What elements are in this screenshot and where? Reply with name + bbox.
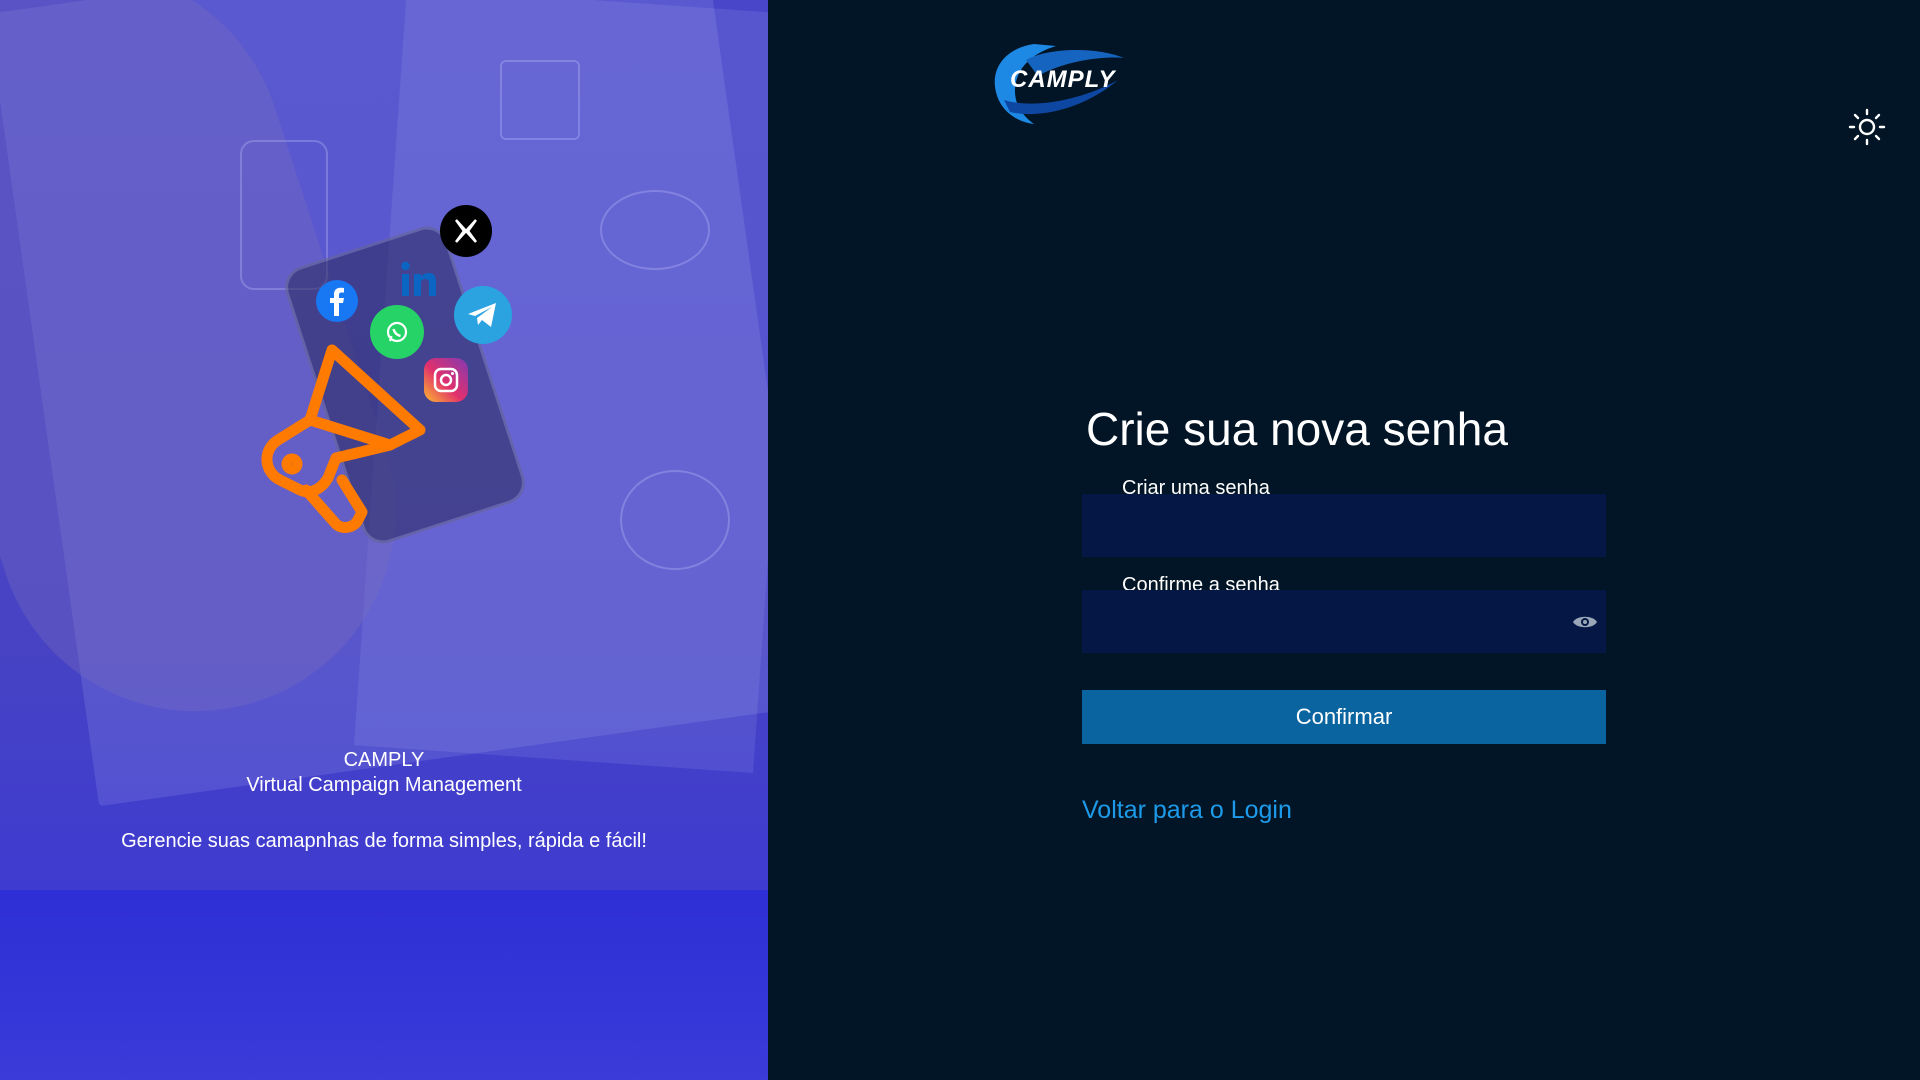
back-to-login-link[interactable]: Voltar para o Login [1082,796,1292,825]
sun-icon[interactable] [1847,107,1887,147]
hero-tagline: Gerencie suas camapnhas de forma simples… [121,830,647,852]
password-input[interactable] [1082,494,1606,557]
page-title: Crie sua nova senha [1086,403,1508,455]
confirm-button[interactable]: Confirmar [1082,690,1606,744]
sketch-box [500,60,580,140]
hero-brand-subtitle: Virtual Campaign Management [246,774,522,796]
linkedin-icon [392,254,444,306]
facebook-icon [316,280,358,322]
sketch-circle [600,190,710,270]
hero-brand-name: CAMPLY [343,749,425,771]
sketch-circle-2 [620,470,730,570]
logo-text: CAMPLY [1010,66,1116,93]
telegram-icon [454,286,512,344]
background-table [0,890,768,1080]
x-icon [440,205,492,257]
eye-icon[interactable] [1572,612,1598,632]
confirm-password-input[interactable] [1082,590,1606,653]
megaphone-icon [261,344,426,533]
hero-panel: CAMPLY Virtual Campaign Management Geren… [0,0,768,1080]
